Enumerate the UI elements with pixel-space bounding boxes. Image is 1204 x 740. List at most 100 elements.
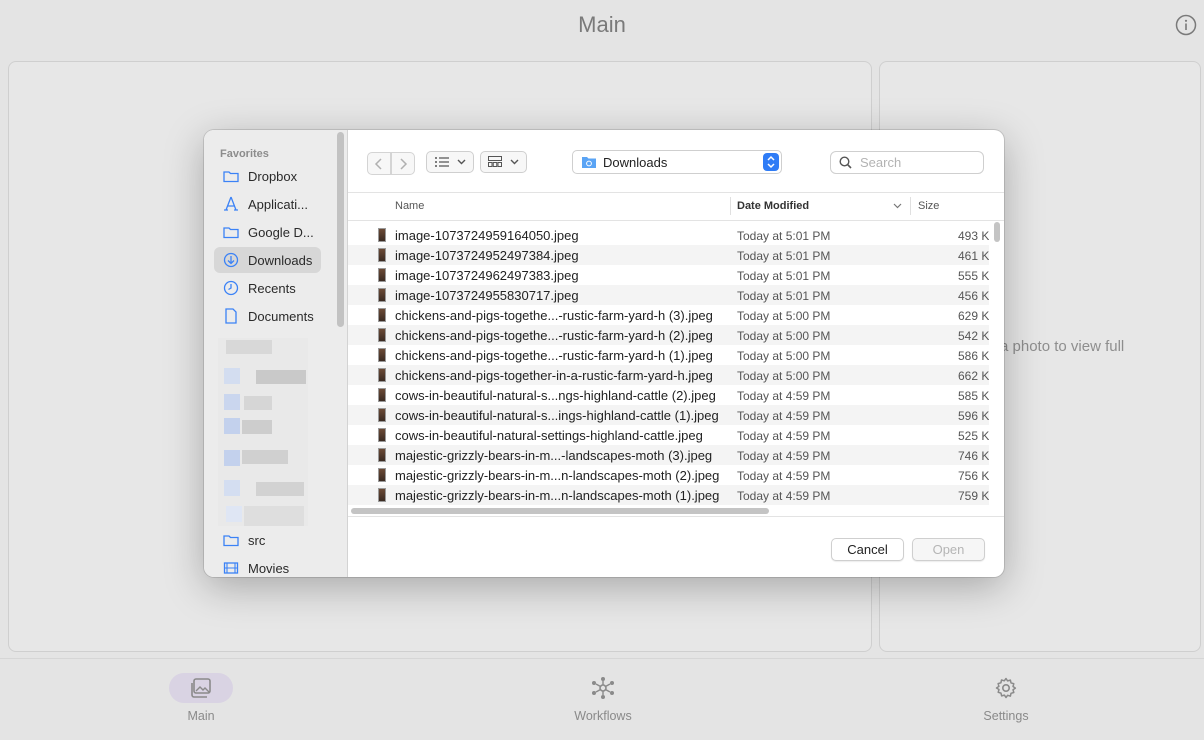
tab-main-label: Main <box>187 709 215 723</box>
chevron-down-icon <box>457 159 466 165</box>
column-name[interactable]: Name <box>395 200 424 212</box>
chevron-down-icon <box>893 203 902 209</box>
file-name: chickens-and-pigs-togethe...-rustic-farm… <box>395 308 713 323</box>
tab-workflows[interactable]: Workflows <box>548 673 658 723</box>
file-row[interactable]: image-1073724952497384.jpeg Today at 5:01… <box>348 245 989 265</box>
tab-main[interactable]: Main <box>146 673 256 723</box>
tab-settings-label: Settings <box>983 709 1029 723</box>
sidebar-item-label: Applicati... <box>248 196 308 212</box>
file-row[interactable]: chickens-and-pigs-togethe...-rustic-farm… <box>348 345 989 365</box>
file-row[interactable]: majestic-grizzly-bears-in-m...-landscape… <box>348 445 989 465</box>
sidebar-item-label: Documents <box>248 308 314 324</box>
chevron-left-icon <box>374 157 382 170</box>
file-row[interactable]: image-1073724959164050.jpeg Today at 5:01… <box>348 225 989 245</box>
column-date-modified[interactable]: Date Modified <box>737 200 809 212</box>
clock-icon <box>223 280 239 296</box>
file-row[interactable]: chickens-and-pigs-togethe...-rustic-farm… <box>348 325 989 345</box>
file-row[interactable]: image-1073724955830717.jpeg Today at 5:01… <box>348 285 989 305</box>
file-list: image-1073724959164050.jpeg Today at 5:01… <box>348 225 989 505</box>
sidebar-item-label: Google D... <box>248 224 314 240</box>
download-icon <box>223 252 239 268</box>
sidebar-item-google-drive[interactable]: Google D... <box>214 219 321 245</box>
group-view-button[interactable] <box>480 151 527 173</box>
image-thumbnail-icon <box>378 488 386 502</box>
file-size: 586 K <box>958 349 989 363</box>
applications-icon <box>224 196 238 211</box>
image-thumbnail-icon <box>378 368 386 382</box>
file-row[interactable]: chickens-and-pigs-together-in-a-rustic-f… <box>348 365 989 385</box>
file-date: Today at 5:00 PM <box>737 369 831 383</box>
sidebar-item-movies[interactable]: Movies <box>214 555 321 577</box>
file-row[interactable]: cows-in-beautiful-natural-s...ings-highl… <box>348 405 989 425</box>
file-size: 746 K <box>958 449 989 463</box>
sidebar-item-downloads[interactable]: Downloads <box>214 247 321 273</box>
dialog-toolbar: Downloads <box>348 130 1004 193</box>
open-file-dialog: Favorites Dropbox Applicati... Google D.… <box>204 130 1004 577</box>
file-row[interactable]: image-1073724962497383.jpeg Today at 5:01… <box>348 265 989 285</box>
search-field[interactable] <box>830 151 984 174</box>
sidebar-item-label: Movies <box>248 560 290 576</box>
file-size: 756 K <box>958 469 989 483</box>
sidebar-item-dropbox[interactable]: Dropbox <box>214 163 321 189</box>
sidebar-item-src[interactable]: src <box>214 527 321 553</box>
image-thumbnail-icon <box>378 408 386 422</box>
file-name: image-1073724962497383.jpeg <box>395 268 579 283</box>
image-thumbnail-icon <box>378 308 386 322</box>
list-view-button[interactable] <box>426 151 474 173</box>
vertical-scrollbar[interactable] <box>994 222 1000 242</box>
sidebar-item-label: Recents <box>248 280 296 296</box>
tab-workflows-label: Workflows <box>574 709 632 723</box>
horizontal-scrollbar[interactable] <box>351 508 769 514</box>
column-size[interactable]: Size <box>918 200 939 212</box>
sidebar-item-documents[interactable]: Documents <box>214 303 321 329</box>
dialog-sidebar: Favorites Dropbox Applicati... Google D.… <box>204 130 348 577</box>
file-name: image-1073724955830717.jpeg <box>395 288 579 303</box>
image-thumbnail-icon <box>378 268 386 282</box>
file-size: 596 K <box>958 409 989 423</box>
file-name: cows-in-beautiful-natural-settings-highl… <box>395 428 703 443</box>
location-label: Downloads <box>603 154 668 170</box>
file-name: majestic-grizzly-bears-in-m...-landscape… <box>395 448 713 463</box>
file-size: 629 K <box>958 309 989 323</box>
file-row[interactable]: cows-in-beautiful-natural-s...ngs-highla… <box>348 385 989 405</box>
file-name: cows-in-beautiful-natural-s...ings-highl… <box>395 408 719 423</box>
back-button[interactable] <box>367 152 391 175</box>
sidebar-item-applications[interactable]: Applicati... <box>214 191 321 217</box>
open-button[interactable]: Open <box>912 538 985 561</box>
file-name: chickens-and-pigs-togethe...-rustic-farm… <box>395 348 713 363</box>
info-icon[interactable] <box>1175 14 1197 36</box>
file-size: 542 K <box>958 329 989 343</box>
folder-icon <box>223 227 239 239</box>
sidebar-item-label: src <box>248 532 266 548</box>
file-date: Today at 5:01 PM <box>737 249 831 263</box>
gear-icon <box>995 677 1017 699</box>
image-thumbnail-icon <box>378 468 386 482</box>
file-name: cows-in-beautiful-natural-s...ngs-highla… <box>395 388 716 403</box>
sidebar-scrollbar[interactable] <box>337 132 344 327</box>
chevron-down-icon <box>510 159 519 165</box>
file-date: Today at 4:59 PM <box>737 409 831 423</box>
file-name: chickens-and-pigs-togethe...-rustic-farm… <box>395 328 713 343</box>
image-thumbnail-icon <box>378 388 386 402</box>
file-name: image-1073724959164050.jpeg <box>395 228 579 243</box>
file-size: 456 K <box>958 289 989 303</box>
file-row[interactable]: majestic-grizzly-bears-in-m...n-landscap… <box>348 485 989 505</box>
location-popup[interactable]: Downloads <box>572 150 782 174</box>
file-row[interactable]: majestic-grizzly-bears-in-m...n-landscap… <box>348 465 989 485</box>
file-size: 461 K <box>958 249 989 263</box>
tab-settings[interactable]: Settings <box>951 673 1061 723</box>
file-row[interactable]: chickens-and-pigs-togethe...-rustic-farm… <box>348 305 989 325</box>
image-thumbnail-icon <box>378 328 386 342</box>
chevron-right-icon <box>400 157 408 170</box>
forward-button[interactable] <box>391 152 415 175</box>
search-input[interactable] <box>858 154 982 171</box>
file-date: Today at 4:59 PM <box>737 449 831 463</box>
cancel-button[interactable]: Cancel <box>831 538 904 561</box>
preview-hint: a photo to view full <box>1000 338 1125 355</box>
sidebar-item-recents[interactable]: Recents <box>214 275 321 301</box>
page-title: Main <box>578 12 626 37</box>
file-row[interactable]: cows-in-beautiful-natural-settings-highl… <box>348 425 989 445</box>
image-thumbnail-icon <box>378 448 386 462</box>
sidebar-item-label: Downloads <box>248 252 313 268</box>
column-header: Name Date Modified Size <box>348 192 1004 221</box>
